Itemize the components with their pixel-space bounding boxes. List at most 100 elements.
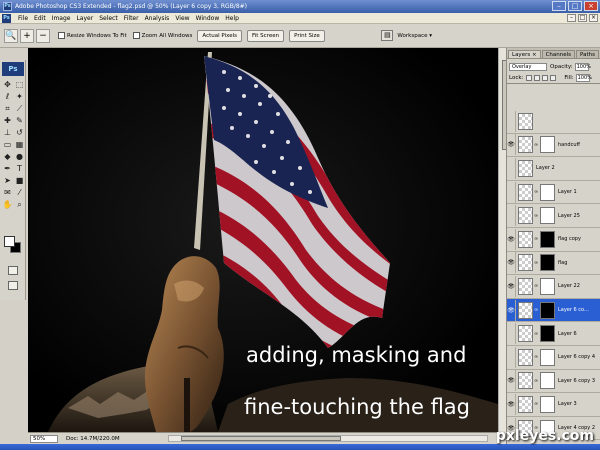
lock-pixels-icon[interactable]	[534, 75, 541, 81]
gradient-tool-icon[interactable]: ▦	[14, 139, 25, 150]
brush-tool-icon[interactable]: ✎	[14, 115, 25, 126]
menu-layer[interactable]: Layer	[73, 15, 96, 22]
close-button[interactable]: ×	[584, 1, 598, 11]
layer-visibility-eye-icon[interactable]	[507, 205, 516, 227]
slice-tool-icon[interactable]: ⟋	[14, 103, 25, 114]
clone-stamp-tool-icon[interactable]: ⊥	[2, 127, 13, 138]
document-canvas[interactable]: adding, masking and fine-touching the fl…	[28, 48, 498, 432]
layer-row[interactable]: 👁 ∞ flag copy	[507, 227, 600, 252]
zoom-all-windows-checkbox[interactable]: Zoom All Windows	[132, 32, 192, 39]
layer-visibility-eye-icon[interactable]: 👁	[507, 275, 516, 297]
mask-link-icon[interactable]: ∞	[534, 213, 538, 219]
minimize-button[interactable]: –	[552, 1, 566, 11]
zoom-level-field[interactable]: 50%	[30, 434, 58, 443]
layer-visibility-eye-icon[interactable]: 👁	[507, 393, 516, 415]
layer-visibility-eye-icon[interactable]	[507, 181, 516, 203]
layer-mask-thumbnail[interactable]	[540, 325, 555, 343]
shape-tool-icon[interactable]: ■	[14, 175, 25, 186]
vertical-scrollbar[interactable]	[498, 48, 507, 444]
move-tool-icon[interactable]: ✥	[2, 79, 13, 90]
layer-mask-thumbnail[interactable]	[540, 395, 555, 413]
crop-tool-icon[interactable]: ⌗	[2, 103, 13, 114]
layer-mask-thumbnail[interactable]	[540, 230, 555, 248]
maximize-button[interactable]: □	[568, 1, 582, 11]
layer-visibility-eye-icon[interactable]	[507, 157, 516, 179]
actual-pixels-button[interactable]: Actual Pixels	[197, 29, 242, 42]
type-tool-icon[interactable]: T	[14, 163, 25, 174]
mask-link-icon[interactable]: ∞	[534, 260, 538, 266]
opacity-field[interactable]: 100%	[574, 63, 591, 71]
eyedropper-tool-icon[interactable]: ⁄	[14, 187, 25, 198]
horizontal-scroll-thumb[interactable]	[181, 436, 341, 441]
lasso-tool-icon[interactable]: ℓ	[2, 91, 13, 102]
lock-position-icon[interactable]	[542, 75, 549, 81]
hand-tool-icon[interactable]: ✋	[2, 199, 13, 210]
menu-image[interactable]: Image	[49, 15, 74, 22]
foreground-color-swatch[interactable]	[4, 236, 15, 247]
pen-tool-icon[interactable]: ✒	[2, 163, 13, 174]
menu-select[interactable]: Select	[96, 15, 121, 22]
layer-mask-thumbnail[interactable]	[540, 136, 555, 154]
layer-visibility-eye-icon[interactable]: 👁	[507, 134, 516, 156]
mask-link-icon[interactable]: ∞	[534, 189, 538, 195]
mask-link-icon[interactable]: ∞	[534, 307, 538, 313]
mask-link-icon[interactable]: ∞	[534, 354, 538, 360]
mask-link-icon[interactable]: ∞	[534, 378, 538, 384]
layer-visibility-eye-icon[interactable]: 👁	[507, 252, 516, 274]
zoom-tool-box-icon[interactable]: ⌕	[14, 199, 25, 210]
menu-window[interactable]: Window	[193, 15, 223, 22]
doc-restore-button[interactable]: □	[578, 14, 587, 22]
fit-screen-button[interactable]: Fit Screen	[246, 29, 285, 42]
layer-row[interactable]: ∞ Layer 1	[507, 180, 600, 205]
layer-row[interactable]: 👁 ∞ flag	[507, 251, 600, 276]
doc-minimize-button[interactable]: –	[567, 14, 576, 22]
layer-row[interactable]	[507, 110, 600, 134]
blend-mode-select[interactable]: Overlay	[509, 63, 547, 71]
doc-close-button[interactable]: ×	[589, 14, 598, 22]
healing-tool-icon[interactable]: ✚	[2, 115, 13, 126]
layer-visibility-eye-icon[interactable]: 👁	[507, 370, 516, 392]
lock-transparency-icon[interactable]	[526, 75, 533, 81]
menu-view[interactable]: View	[172, 15, 192, 22]
mask-link-icon[interactable]: ∞	[534, 283, 538, 289]
tab-layers[interactable]: Layers ×	[508, 50, 541, 58]
history-brush-tool-icon[interactable]: ↺	[14, 127, 25, 138]
layer-visibility-eye-icon[interactable]: 👁	[507, 228, 516, 250]
marquee-tool-icon[interactable]: ⬚	[14, 79, 25, 90]
resize-windows-checkbox[interactable]: Resize Windows To Fit	[58, 32, 127, 39]
menu-file[interactable]: File	[15, 15, 31, 22]
workspace-menu[interactable]: ▤ Workspace ▾	[381, 30, 432, 41]
dodge-tool-icon[interactable]: ●	[14, 151, 25, 162]
layer-mask-thumbnail[interactable]	[540, 372, 555, 390]
layer-row[interactable]: 👁 ∞ Layer 3	[507, 393, 600, 417]
layer-mask-thumbnail[interactable]	[540, 348, 555, 366]
path-selection-tool-icon[interactable]: ➤	[2, 175, 13, 186]
layer-row[interactable]: ∞ Layer 6	[507, 322, 600, 346]
mask-link-icon[interactable]: ∞	[534, 331, 538, 337]
layer-mask-thumbnail[interactable]	[540, 207, 555, 225]
menu-help[interactable]: Help	[222, 15, 242, 22]
notes-tool-icon[interactable]: ✉	[2, 187, 13, 198]
mask-link-icon[interactable]: ∞	[534, 401, 538, 407]
layer-row[interactable]: Layer 2	[507, 157, 600, 181]
layer-row[interactable]: 👁 ∞ Layer 6 copy 3	[507, 369, 600, 394]
layer-row[interactable]: ∞ Layer 6 copy 4	[507, 345, 600, 370]
menu-analysis[interactable]: Analysis	[142, 15, 173, 22]
horizontal-scrollbar[interactable]	[168, 435, 488, 442]
layer-row[interactable]: 👁 ∞ Layer 22	[507, 275, 600, 299]
layer-visibility-eye-icon[interactable]: 👁	[507, 299, 516, 321]
layer-mask-thumbnail[interactable]	[540, 301, 555, 319]
eraser-tool-icon[interactable]: ▭	[2, 139, 13, 150]
layer-row[interactable]: 👁 ∞ Layer 6 co...	[507, 298, 600, 323]
layer-visibility-eye-icon[interactable]	[507, 323, 516, 345]
menu-edit[interactable]: Edit	[31, 15, 49, 22]
tab-channels[interactable]: Channels	[541, 50, 576, 58]
screen-mode-button[interactable]	[8, 281, 18, 290]
layer-mask-thumbnail[interactable]	[540, 277, 555, 295]
quick-mask-button[interactable]	[8, 266, 18, 275]
tab-paths[interactable]: Paths	[576, 50, 599, 58]
magic-wand-tool-icon[interactable]: ✦	[14, 91, 25, 102]
layer-row[interactable]: ∞ Layer 25	[507, 204, 600, 228]
mask-link-icon[interactable]: ∞	[534, 142, 538, 148]
layer-visibility-eye-icon[interactable]	[507, 346, 516, 368]
